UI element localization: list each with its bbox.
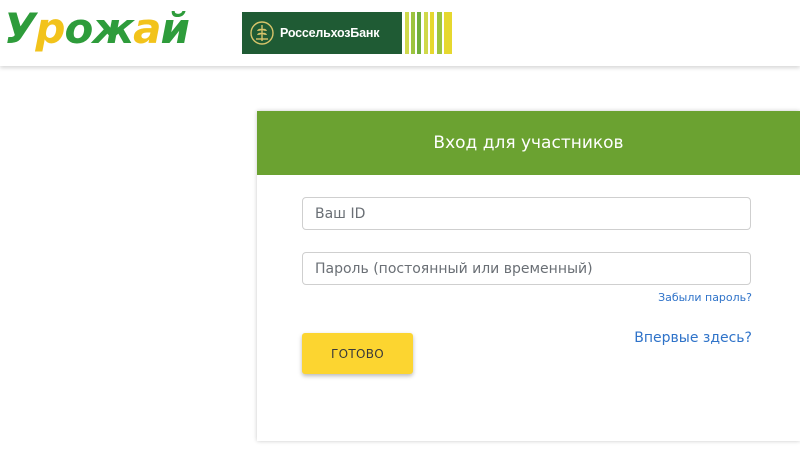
- bank-logo-stripes: [402, 12, 452, 54]
- login-card: Вход для участников Забыли пароль? Вперв…: [257, 111, 800, 441]
- bank-stripe: [444, 12, 452, 54]
- wheat-emblem-icon: [250, 21, 274, 45]
- logo-letter: о: [64, 4, 93, 53]
- submit-button[interactable]: ГОТОВО: [302, 333, 413, 374]
- bank-logo-plate: РоссельхозБанк: [242, 12, 402, 54]
- urozhai-logo[interactable]: Урожай: [4, 4, 190, 54]
- login-title: Вход для участников: [433, 133, 624, 153]
- password-input[interactable]: [302, 252, 751, 285]
- logo-letter: У: [4, 4, 36, 53]
- user-id-input[interactable]: [302, 197, 751, 230]
- logo-letter: р: [35, 4, 65, 53]
- logo-letter: а: [133, 4, 161, 53]
- logo-letter: й: [160, 4, 189, 53]
- login-card-header: Вход для участников: [257, 111, 800, 175]
- rosselkhozbank-logo[interactable]: РоссельхозБанк: [242, 12, 452, 54]
- first-time-link[interactable]: Впервые здесь?: [634, 330, 752, 346]
- forgot-password-link[interactable]: Забыли пароль?: [658, 291, 752, 304]
- bank-name-text: РоссельхозБанк: [280, 26, 380, 40]
- site-header: Урожай РоссельхозБанк: [0, 0, 800, 66]
- logo-letter: ж: [92, 4, 134, 53]
